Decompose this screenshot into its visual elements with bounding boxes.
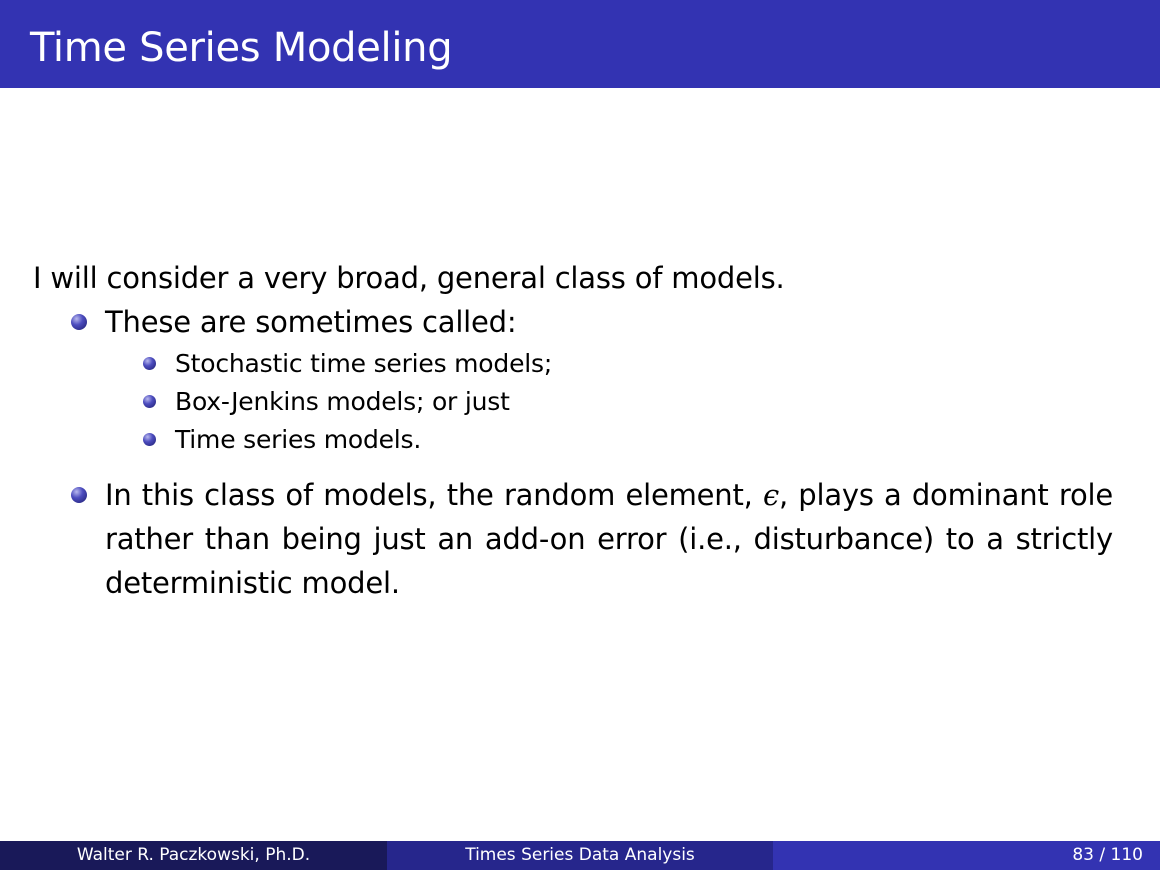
slide-content: I will consider a very broad, general cl… [33, 256, 1113, 605]
footer-deck-title: Times Series Data Analysis [387, 841, 773, 870]
sub-item-3: Time series models. [33, 421, 1113, 459]
footer-bar: Walter R. Paczkowski, Ph.D. Times Series… [0, 841, 1160, 870]
bullet-item-1: These are sometimes called: [33, 300, 1113, 344]
sub-item-1: Stochastic time series models; [33, 345, 1113, 383]
slide-title: Time Series Modeling [30, 25, 453, 71]
epsilon-symbol: ϵ [762, 478, 779, 512]
bullet-item-2-text-before: In this class of models, the random elem… [105, 478, 763, 512]
title-bar: Time Series Modeling [0, 0, 1160, 88]
ball-bullet-icon [143, 433, 156, 446]
footer-page-number: 83 / 110 [773, 841, 1160, 870]
ball-bullet-icon [71, 314, 87, 330]
page-separator: / [1099, 845, 1106, 865]
sub-list: Stochastic time series models; Box-Jenki… [33, 345, 1113, 459]
sub-item-3-text: Time series models. [175, 425, 422, 454]
bullet-item-1-text: These are sometimes called: [105, 305, 517, 339]
ball-bullet-icon [143, 395, 156, 408]
sub-item-2: Box-Jenkins models; or just [33, 383, 1113, 421]
bullet-item-2: In this class of models, the random elem… [33, 473, 1113, 605]
sub-item-1-text: Stochastic time series models; [175, 349, 553, 378]
ball-bullet-icon [143, 357, 156, 370]
intro-text: I will consider a very broad, general cl… [33, 261, 785, 295]
page-current: 83 [1072, 845, 1094, 865]
page-total: 110 [1110, 845, 1143, 865]
sub-item-2-text: Box-Jenkins models; or just [175, 387, 510, 416]
ball-bullet-icon [71, 487, 87, 503]
footer-author: Walter R. Paczkowski, Ph.D. [0, 841, 387, 870]
